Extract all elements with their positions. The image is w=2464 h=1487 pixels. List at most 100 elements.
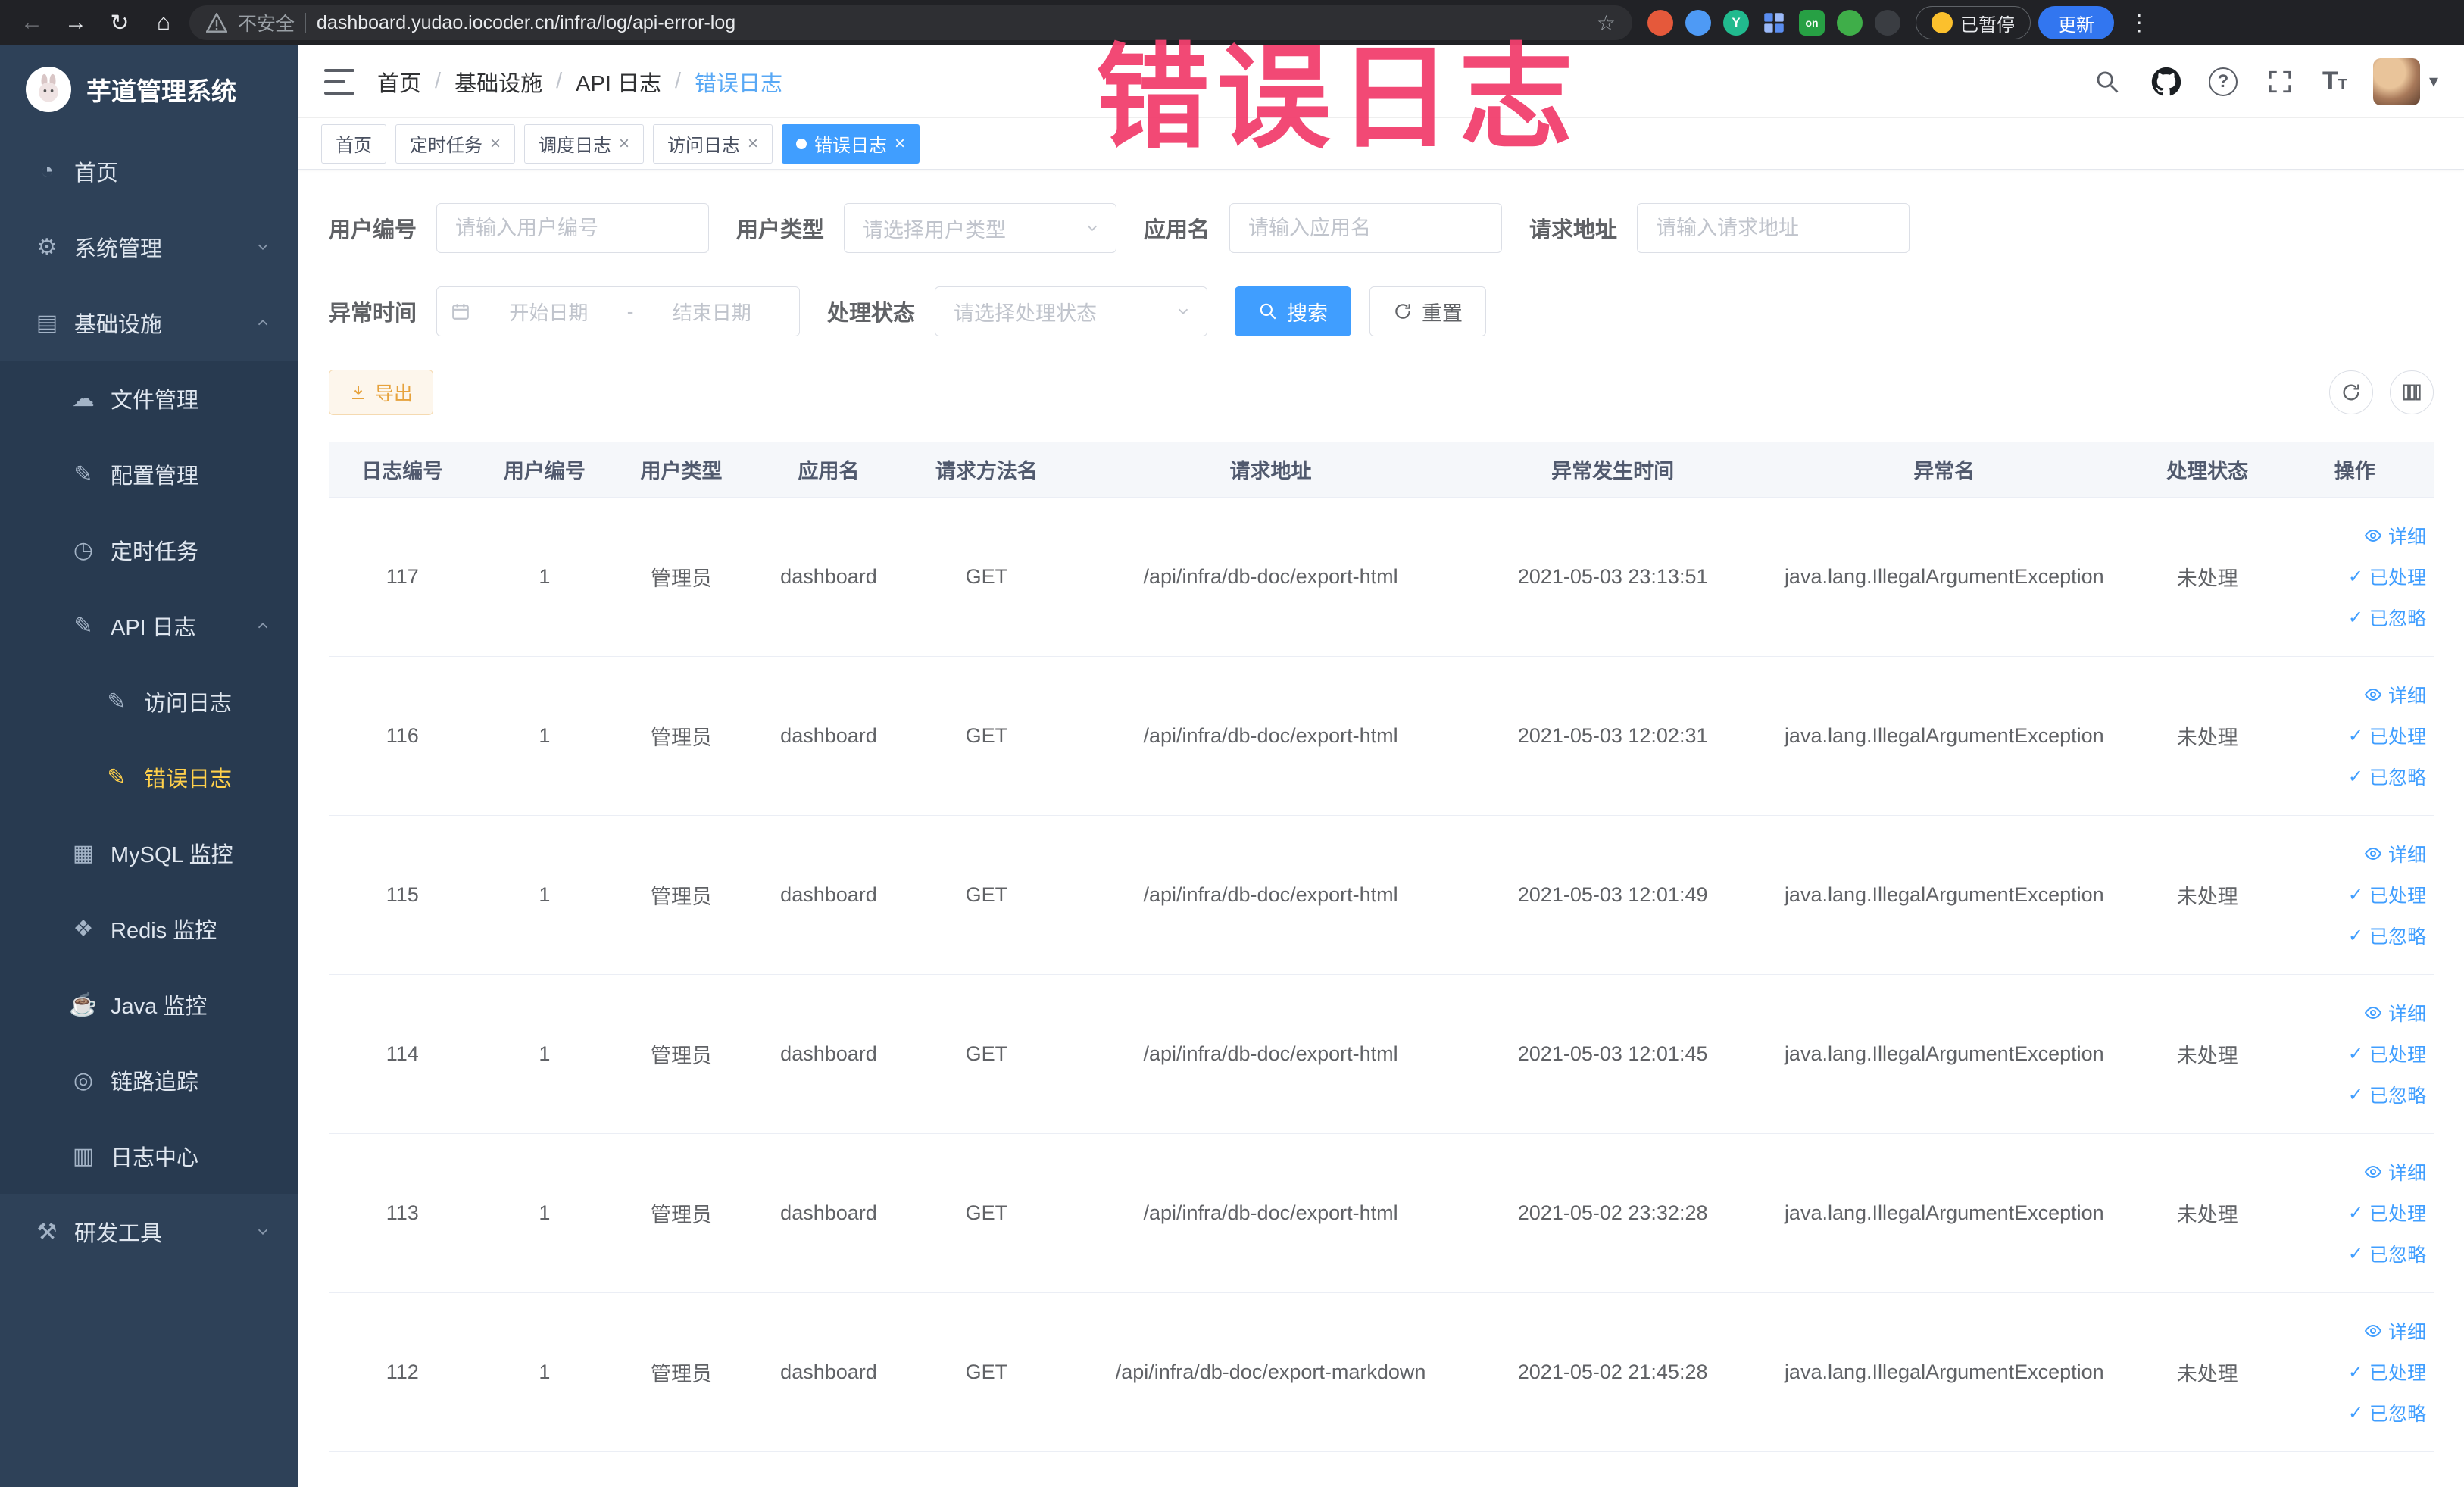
user-id-input[interactable]: [436, 203, 710, 253]
sidebar-item-api-log[interactable]: ✎ API 日志: [0, 588, 298, 664]
user-type-label: 用户类型: [736, 218, 825, 242]
action-detail[interactable]: 详细: [2364, 836, 2426, 872]
search-button[interactable]: 搜索: [1235, 286, 1352, 336]
cell-exception-time: 2021-05-03 12:02:31: [1476, 656, 1750, 816]
action-detail[interactable]: 详细: [2364, 995, 2426, 1031]
action-mark-processed[interactable]: ✓ 已处理: [2348, 876, 2426, 913]
action-mark-processed[interactable]: ✓ 已处理: [2348, 1354, 2426, 1390]
cell-log-id: 113: [329, 1133, 476, 1293]
bookmark-icon[interactable]: ☆: [1597, 11, 1616, 36]
sidebar-item-file-management[interactable]: ☁ 文件管理: [0, 361, 298, 436]
close-icon[interactable]: ×: [619, 133, 629, 155]
check-icon: ✓: [2347, 766, 2363, 787]
fullscreen-icon[interactable]: [2263, 65, 2297, 98]
page-content: 用户编号 用户类型 请选择用户类型 应用名 请求地址: [298, 170, 2464, 1487]
breadcrumb-home[interactable]: 首页: [377, 66, 421, 98]
action-mark-ignored[interactable]: ✓ 已忽略: [2348, 1076, 2426, 1113]
sidebar-item-access-log[interactable]: ✎ 访问日志: [0, 664, 298, 739]
breadcrumb-api-log[interactable]: API 日志: [576, 66, 661, 98]
tab-error-log[interactable]: 错误日志 ×: [782, 123, 920, 164]
reset-button[interactable]: 重置: [1369, 286, 1487, 336]
exception-time-range-picker[interactable]: 开始日期 - 结束日期: [436, 286, 801, 336]
action-mark-processed[interactable]: ✓ 已处理: [2348, 1036, 2426, 1072]
log-center-icon: ▥: [72, 1143, 95, 1169]
sidebar-item-config-management[interactable]: ✎ 配置管理: [0, 436, 298, 512]
eye-icon: [2364, 847, 2382, 861]
browser-forward-icon[interactable]: →: [58, 5, 94, 41]
font-size-icon[interactable]: TT: [2322, 67, 2347, 96]
extension-icon[interactable]: on: [1799, 10, 1825, 36]
process-status-select[interactable]: 请选择处理状态: [935, 286, 1208, 336]
cell-app-name: dashboard: [749, 656, 908, 816]
tab-home[interactable]: 首页: [321, 123, 386, 164]
sidebar-item-tracing[interactable]: ◎ 链路追踪: [0, 1042, 298, 1118]
sidebar-item-java-monitor[interactable]: ☕ Java 监控: [0, 967, 298, 1042]
sidebar-item-dev-tools[interactable]: ⚒ 研发工具: [0, 1194, 298, 1270]
profile-paused-badge[interactable]: 已暂停: [1916, 6, 2031, 39]
cell-request-url: /api/infra/db-doc/export-html: [1065, 656, 1476, 816]
user-avatar: [2372, 58, 2420, 105]
sidebar-item-infrastructure[interactable]: ▤ 基础设施: [0, 285, 298, 361]
action-mark-ignored[interactable]: ✓ 已忽略: [2348, 917, 2426, 954]
action-mark-processed[interactable]: ✓ 已处理: [2348, 1195, 2426, 1231]
sidebar-item-label: API 日志: [111, 616, 196, 640]
tab-access-log[interactable]: 访问日志 ×: [653, 123, 773, 164]
cell-status: 未处理: [2138, 1133, 2276, 1293]
action-mark-ignored[interactable]: ✓ 已忽略: [2348, 1236, 2426, 1272]
action-mark-processed[interactable]: ✓ 已处理: [2348, 717, 2426, 754]
action-detail[interactable]: 详细: [2364, 1313, 2426, 1349]
extension-icon[interactable]: [1837, 10, 1863, 36]
refresh-table-button[interactable]: [2329, 370, 2373, 414]
tab-scheduled-jobs[interactable]: 定时任务 ×: [395, 123, 516, 164]
app-name-input[interactable]: [1229, 203, 1503, 253]
extension-icon[interactable]: Y: [1723, 10, 1749, 36]
action-label: 详细: [2387, 1322, 2426, 1343]
action-mark-processed[interactable]: ✓ 已处理: [2348, 558, 2426, 595]
github-icon[interactable]: [2150, 65, 2183, 98]
breadcrumb-infrastructure[interactable]: 基础设施: [454, 66, 542, 98]
action-detail[interactable]: 详细: [2364, 676, 2426, 713]
cell-status: 未处理: [2138, 1292, 2276, 1452]
browser-menu-icon[interactable]: ⋮: [2122, 10, 2156, 36]
user-menu[interactable]: ▾: [2372, 58, 2438, 105]
action-label: 详细: [2387, 845, 2426, 866]
browser-update-button[interactable]: 更新: [2038, 6, 2114, 39]
action-detail[interactable]: 详细: [2364, 517, 2426, 554]
sidebar-item-redis-monitor[interactable]: ❖ Redis 监控: [0, 891, 298, 967]
column-header: 操作: [2275, 442, 2434, 498]
action-detail[interactable]: 详细: [2364, 1154, 2426, 1190]
action-mark-ignored[interactable]: ✓ 已忽略: [2348, 1395, 2426, 1431]
tab-job-log[interactable]: 调度日志 ×: [524, 123, 645, 164]
sidebar-item-log-center[interactable]: ▥ 日志中心: [0, 1118, 298, 1194]
export-button[interactable]: 导出: [329, 370, 434, 415]
close-icon[interactable]: ×: [490, 133, 501, 155]
collapse-sidebar-button[interactable]: [324, 68, 354, 95]
cell-actions: 详细 ✓ 已处理 ✓ 已忽略: [2275, 1133, 2434, 1293]
extension-icon[interactable]: [1875, 10, 1900, 36]
close-icon[interactable]: ×: [895, 133, 905, 155]
close-icon[interactable]: ×: [748, 133, 758, 155]
sidebar-item-home[interactable]: ◔ 首页: [0, 133, 298, 209]
action-mark-ignored[interactable]: ✓ 已忽略: [2348, 599, 2426, 636]
extension-icon[interactable]: [1685, 10, 1711, 36]
app-logo[interactable]: 芋道管理系统: [0, 45, 298, 133]
action-mark-ignored[interactable]: ✓ 已忽略: [2348, 758, 2426, 795]
caret-down-icon: ▾: [2428, 71, 2438, 92]
request-url-input[interactable]: [1637, 203, 1910, 253]
sidebar-item-scheduled-jobs[interactable]: ◷ 定时任务: [0, 512, 298, 588]
sidebar-item-system[interactable]: ⚙ 系统管理: [0, 209, 298, 285]
exception-time-label: 异常时间: [329, 301, 417, 326]
browser-back-icon[interactable]: ←: [14, 5, 50, 41]
address-bar[interactable]: 不安全 dashboard.yudao.iocoder.cn/infra/log…: [189, 5, 1632, 40]
search-icon[interactable]: [2091, 65, 2124, 98]
extension-grid-icon[interactable]: [1761, 10, 1787, 36]
help-icon[interactable]: ?: [2208, 67, 2238, 96]
browser-home-icon[interactable]: ⌂: [145, 5, 182, 41]
sidebar-item-mysql-monitor[interactable]: ▦ MySQL 监控: [0, 815, 298, 891]
extension-icon[interactable]: [1647, 10, 1673, 36]
browser-reload-icon[interactable]: ↻: [101, 5, 138, 41]
user-type-select[interactable]: 请选择用户类型: [844, 203, 1117, 253]
column-settings-button[interactable]: [2390, 370, 2434, 414]
sidebar-item-error-log[interactable]: ✎ 错误日志: [0, 739, 298, 815]
cell-request-url: /api/infra/db-doc/export-html: [1065, 497, 1476, 657]
